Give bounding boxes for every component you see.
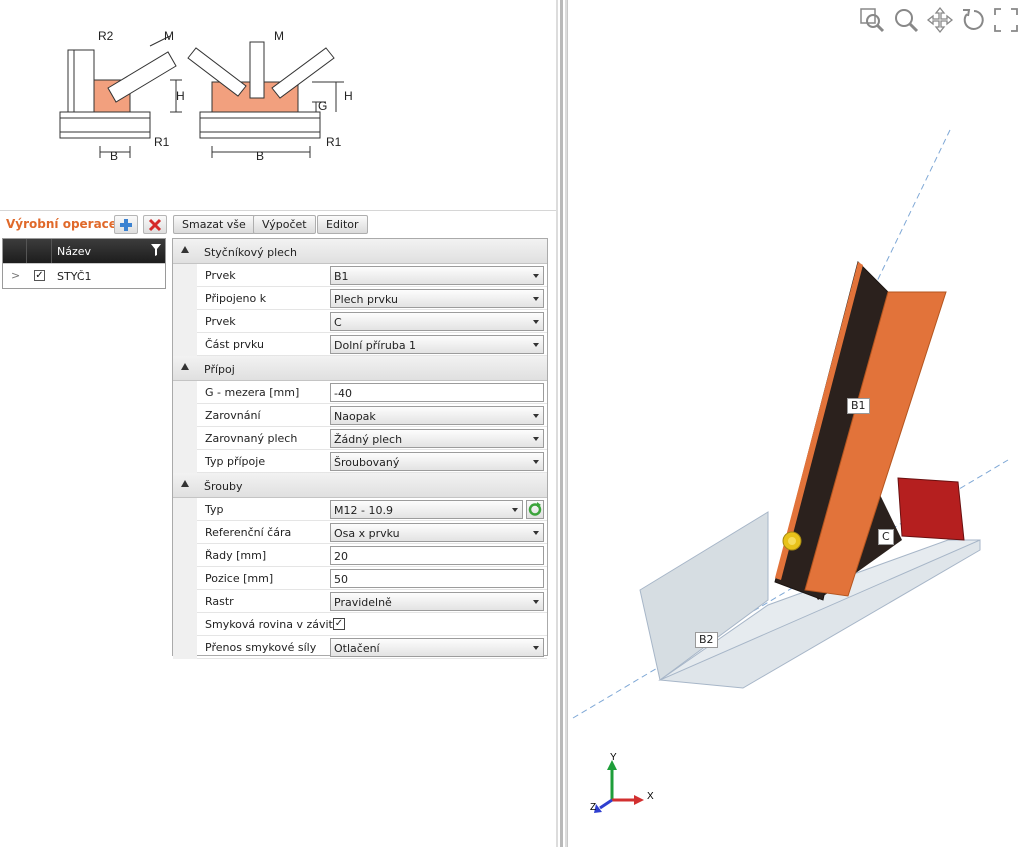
prop-shear-transfer: Přenos smykové síly Otlačení [173, 636, 547, 659]
prop-reference-line: Referenční čára Osa x prvku [173, 521, 547, 544]
shear-transfer-dropdown[interactable]: Otlačení [330, 638, 544, 657]
rotate-icon[interactable] [960, 6, 988, 34]
gap-input[interactable]: -40 [330, 383, 544, 402]
member-part-dropdown[interactable]: Dolní příruba 1 [330, 335, 544, 354]
axis-label-z: Z [590, 802, 596, 813]
schema-label-m-left: M [164, 29, 174, 43]
schema-label-b-right: B [256, 149, 264, 163]
left-panel: R2 M H B R1 M G H B R1 Výrobní operace S… [0, 0, 556, 847]
axis-line-b1 [867, 129, 951, 301]
prop-bolt-type: Typ M12 - 10.9 [173, 498, 547, 521]
plate-red[interactable] [897, 477, 965, 541]
section-connection-plate[interactable]: Styčníkový plech [173, 239, 547, 264]
aligned-plate-dropdown[interactable]: Žádný plech [330, 429, 544, 448]
delete-all-button[interactable]: Smazat vše [173, 215, 255, 234]
collapse-icon[interactable] [181, 363, 189, 370]
prop-joint-type: Typ přípoje Šroubovaný [173, 450, 547, 473]
prop-connected-to: Připojeno k Plech prvku [173, 287, 547, 310]
prop-shear-plane: Smyková rovina v závitu ✓ [173, 613, 547, 636]
member-2-dropdown[interactable]: C [330, 312, 544, 331]
bolt-type-dropdown[interactable]: M12 - 10.9 [330, 500, 523, 519]
schema-label-g: G [318, 99, 327, 113]
axis-label-y: Y [610, 752, 617, 763]
table-header: Název [3, 239, 165, 263]
shear-plane-checkbox[interactable]: ✓ [333, 618, 345, 630]
prop-member-2: Prvek C [173, 310, 547, 333]
schema-label-h-right: H [344, 89, 353, 103]
prop-position: Pozice [mm] 50 [173, 567, 547, 590]
calculate-button[interactable]: Výpočet [253, 215, 316, 234]
row-checkbox[interactable]: ✓ [34, 270, 45, 281]
zoom-icon[interactable] [892, 6, 920, 34]
refresh-icon [528, 502, 542, 516]
schema-label-b-left: B [110, 149, 118, 163]
plus-icon [120, 218, 132, 231]
joint-type-dropdown[interactable]: Šroubovaný [330, 452, 544, 471]
prop-gap: G - mezera [mm] -40 [173, 381, 547, 404]
operation-name: STYČ1 [57, 270, 92, 283]
label-c[interactable]: C [878, 529, 894, 545]
axis-label-x: X [647, 791, 654, 802]
prop-member: Prvek B1 [173, 264, 547, 287]
schema-label-h-left: H [176, 89, 185, 103]
section-bolts[interactable]: Šrouby [173, 473, 547, 498]
3d-scene[interactable] [568, 0, 1024, 847]
operations-title: Výrobní operace [6, 217, 117, 231]
prop-rows: Řady [mm] 20 [173, 544, 547, 567]
prop-aligned-plate: Zarovnaný plech Žádný plech [173, 427, 547, 450]
delete-operation-button[interactable] [143, 215, 167, 234]
editor-button[interactable]: Editor [317, 215, 368, 234]
label-b2[interactable]: B2 [695, 632, 718, 648]
add-operation-button[interactable] [114, 215, 138, 234]
zoom-window-icon[interactable] [858, 6, 886, 34]
collapse-icon[interactable] [181, 480, 189, 487]
delete-icon [148, 218, 162, 231]
3d-viewport[interactable]: B1 C B2 Y X Z [567, 0, 1024, 847]
operations-toolbar: Výrobní operace Smazat vše Výpočet Edito… [0, 213, 556, 237]
filter-icon[interactable] [151, 244, 161, 256]
grid-dropdown[interactable]: Pravidelně [330, 592, 544, 611]
rows-input[interactable]: 20 [330, 546, 544, 565]
connected-to-dropdown[interactable]: Plech prvku [330, 289, 544, 308]
view-toolbar [850, 6, 1020, 36]
column-header-name[interactable]: Název [57, 245, 91, 258]
label-b1[interactable]: B1 [847, 398, 870, 414]
connection-schema: R2 M H B R1 M G H B R1 [59, 29, 353, 163]
prop-grid: Rastr Pravidelně [173, 590, 547, 613]
refresh-bolt-button[interactable] [526, 500, 544, 519]
axes-triad: Y X Z [590, 752, 654, 813]
operations-table: Název > ✓ STYČ1 [2, 238, 166, 289]
z-axis-icon [599, 798, 613, 810]
panel-divider [0, 210, 556, 211]
panel-splitter[interactable] [556, 0, 567, 847]
position-input[interactable]: 50 [330, 569, 544, 588]
property-grid: Styčníkový plech Prvek B1 Připojeno k Pl… [172, 238, 548, 659]
collapse-icon[interactable] [181, 246, 189, 253]
fit-icon[interactable] [992, 6, 1020, 34]
table-row[interactable]: > ✓ STYČ1 [3, 263, 165, 288]
pan-icon[interactable] [926, 6, 954, 34]
section-joint[interactable]: Přípoj [173, 356, 547, 381]
prop-alignment: Zarovnání Naopak [173, 404, 547, 427]
schema-label-r1-left: R1 [154, 135, 170, 149]
schema-label-r1-right: R1 [326, 135, 342, 149]
schema-label-r2: R2 [98, 29, 114, 43]
member-dropdown[interactable]: B1 [330, 266, 544, 285]
row-expand-icon[interactable]: > [11, 269, 20, 282]
prop-member-part: Část prvku Dolní příruba 1 [173, 333, 547, 356]
schema-label-m-right: M [274, 29, 284, 43]
reference-line-dropdown[interactable]: Osa x prvku [330, 523, 544, 542]
alignment-dropdown[interactable]: Naopak [330, 406, 544, 425]
